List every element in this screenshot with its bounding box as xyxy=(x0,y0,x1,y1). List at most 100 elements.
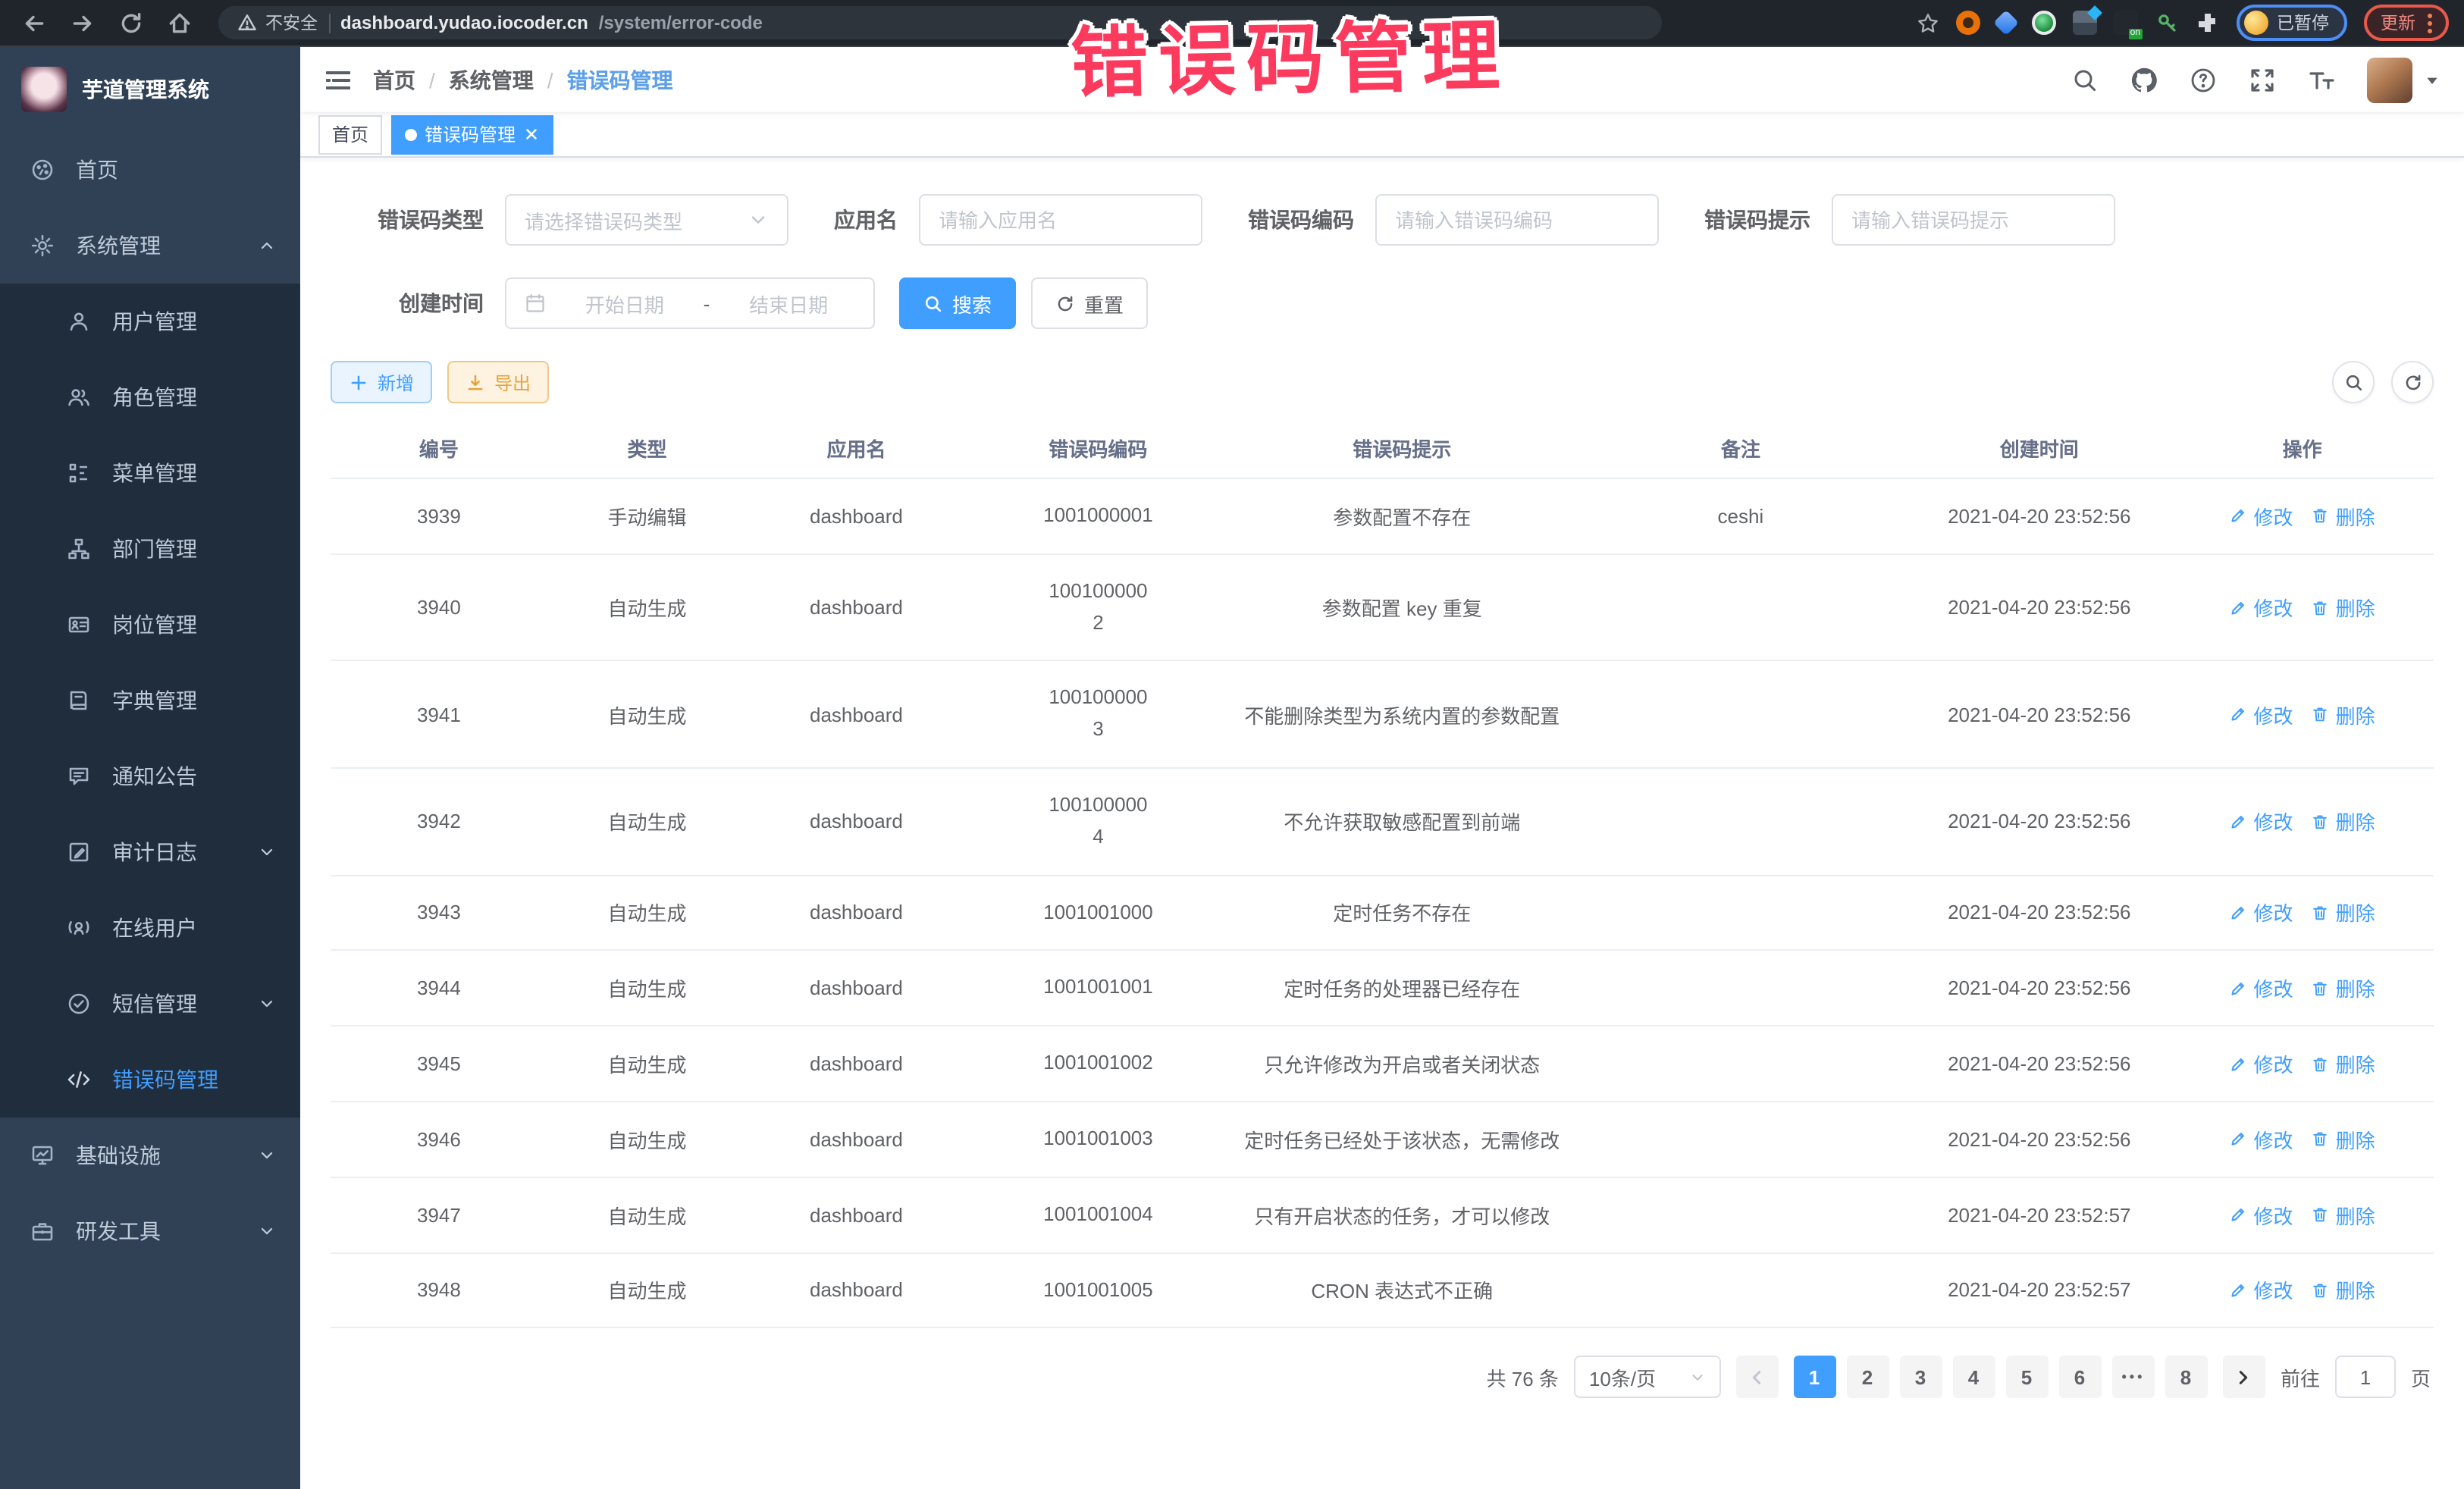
delete-link[interactable]: 删除 xyxy=(2312,807,2375,836)
browser-back-button[interactable] xyxy=(15,5,52,41)
sidebar-item-notices[interactable]: 通知公告 xyxy=(0,738,300,814)
error-code-input[interactable] xyxy=(1395,208,1639,231)
browser-profile-chip[interactable]: 已暂停 xyxy=(2236,5,2347,41)
extension-icon-green-circle[interactable] xyxy=(2031,11,2055,35)
error-type-select[interactable]: 请选择错误码类型 xyxy=(505,194,788,246)
browser-home-button[interactable] xyxy=(161,5,197,41)
sidebar-item-dicts[interactable]: 字典管理 xyxy=(0,663,300,738)
sidebar-item-infrastructure[interactable]: 基础设施 xyxy=(0,1118,300,1193)
user-menu[interactable] xyxy=(2367,57,2440,102)
breadcrumb-home[interactable]: 首页 xyxy=(373,64,415,95)
sidebar-item-posts[interactable]: 岗位管理 xyxy=(0,587,300,663)
edit-link[interactable]: 修改 xyxy=(2230,807,2293,836)
refresh-icon xyxy=(2403,372,2422,392)
delete-link[interactable]: 删除 xyxy=(2312,700,2375,729)
date-start-placeholder: 开始日期 xyxy=(558,289,691,318)
extension-icon-grid[interactable] xyxy=(2072,11,2096,35)
hamburger-icon[interactable] xyxy=(324,66,352,93)
error-msg-input[interactable] xyxy=(1851,208,2096,231)
edit-link[interactable]: 修改 xyxy=(2230,974,2293,1003)
edit-link[interactable]: 修改 xyxy=(2230,1200,2293,1229)
extension-icon-gem[interactable] xyxy=(1992,10,2018,36)
close-icon[interactable] xyxy=(523,126,540,143)
prev-page-button[interactable] xyxy=(1736,1356,1779,1399)
refresh-table-button[interactable] xyxy=(2391,361,2434,403)
table-header-row: 编号 类型 应用名 错误码编码 错误码提示 备注 创建时间 操作 xyxy=(331,418,2434,478)
table-row: 3946自动生成dashboard1001001003定时任务已经处于该状态，无… xyxy=(331,1102,2434,1177)
goto-page-input[interactable] xyxy=(2335,1356,2396,1399)
export-button-label: 导出 xyxy=(494,369,531,395)
bookmark-star-icon[interactable] xyxy=(1916,11,1939,34)
app-name-input[interactable] xyxy=(939,208,1183,231)
address-bar[interactable]: 不安全 dashboard.yudao.iocoder.cn/system/er… xyxy=(218,6,1662,39)
fullscreen-icon[interactable] xyxy=(2249,66,2276,93)
browser-forward-button[interactable] xyxy=(64,5,100,41)
sidebar-item-system[interactable]: 系统管理 xyxy=(0,208,300,284)
page-more[interactable]: ••• xyxy=(2112,1356,2155,1399)
delete-link[interactable]: 删除 xyxy=(2312,593,2375,622)
sidebar-item-error-codes[interactable]: 错误码管理 xyxy=(0,1042,300,1118)
export-button[interactable]: 导出 xyxy=(447,361,549,403)
edit-link[interactable]: 修改 xyxy=(2230,1125,2293,1154)
add-button[interactable]: 新增 xyxy=(331,361,432,403)
delete-link[interactable]: 删除 xyxy=(2312,1276,2375,1305)
sidebar-item-home[interactable]: 首页 xyxy=(0,132,300,208)
page-number[interactable]: 4 xyxy=(1953,1356,1995,1399)
search-icon[interactable] xyxy=(2071,66,2099,93)
sidebar-item-dev-tools[interactable]: 研发工具 xyxy=(0,1193,300,1269)
tab-error-code-active[interactable]: 错误码管理 xyxy=(391,114,553,154)
toggle-search-button[interactable] xyxy=(2332,361,2375,403)
sidebar-item-sms[interactable]: 短信管理 xyxy=(0,966,300,1042)
sidebar-item-users[interactable]: 用户管理 xyxy=(0,284,300,359)
browser-reload-button[interactable] xyxy=(112,5,149,41)
table-row: 3944自动生成dashboard1001001001定时任务的处理器已经存在2… xyxy=(331,951,2434,1027)
cell-memo xyxy=(1573,554,1908,661)
edit-link[interactable]: 修改 xyxy=(2230,1276,2293,1305)
page-size-select[interactable]: 10条/页 xyxy=(1574,1356,1721,1399)
extension-icon-dark-on[interactable]: on xyxy=(2113,11,2137,35)
sidebar-item-departments[interactable]: 部门管理 xyxy=(0,511,300,587)
sms-check-icon xyxy=(67,992,91,1016)
page-number[interactable]: 2 xyxy=(1847,1356,1889,1399)
date-range-picker[interactable]: 开始日期 - 结束日期 xyxy=(505,277,875,329)
reset-button[interactable]: 重置 xyxy=(1031,277,1148,329)
page-number[interactable]: 3 xyxy=(1900,1356,1942,1399)
sidebar-item-online-users[interactable]: 在线用户 xyxy=(0,890,300,966)
edit-link[interactable]: 修改 xyxy=(2230,1049,2293,1078)
breadcrumb-current[interactable]: 错误码管理 xyxy=(567,64,673,95)
cell-ops: 修改删除 xyxy=(2171,1102,2434,1177)
next-page-button[interactable] xyxy=(2223,1356,2265,1399)
tab-home[interactable]: 首页 xyxy=(318,114,382,154)
page-number[interactable]: 1 xyxy=(1794,1356,1836,1399)
edit-link[interactable]: 修改 xyxy=(2230,700,2293,729)
edit-link[interactable]: 修改 xyxy=(2230,593,2293,622)
extension-icon-key[interactable] xyxy=(2154,11,2178,35)
delete-link[interactable]: 删除 xyxy=(2312,898,2375,927)
delete-link[interactable]: 删除 xyxy=(2312,1049,2375,1078)
extension-icon-puzzle[interactable] xyxy=(2195,11,2219,35)
search-button[interactable]: 搜索 xyxy=(899,277,1016,329)
delete-link[interactable]: 删除 xyxy=(2312,1125,2375,1154)
page-number[interactable]: 8 xyxy=(2165,1356,2208,1399)
extension-icon-orange[interactable] xyxy=(1955,11,1980,35)
page-number[interactable]: 5 xyxy=(2006,1356,2049,1399)
browser-update-button[interactable]: 更新 xyxy=(2364,5,2449,41)
security-status[interactable]: 不安全 xyxy=(237,11,318,35)
font-size-icon[interactable] xyxy=(2308,66,2335,93)
filter-create-time: 创建时间 开始日期 - 结束日期 xyxy=(356,277,875,329)
github-icon[interactable] xyxy=(2130,66,2158,93)
edit-link[interactable]: 修改 xyxy=(2230,898,2293,927)
sidebar-item-menus[interactable]: 菜单管理 xyxy=(0,435,300,511)
help-icon[interactable] xyxy=(2190,66,2217,93)
delete-link[interactable]: 删除 xyxy=(2312,1200,2375,1229)
delete-link[interactable]: 删除 xyxy=(2312,974,2375,1003)
breadcrumb-system[interactable]: 系统管理 xyxy=(449,64,534,95)
sidebar-item-roles[interactable]: 角色管理 xyxy=(0,359,300,435)
delete-link[interactable]: 删除 xyxy=(2312,502,2375,531)
sidebar-item-audit-logs[interactable]: 审计日志 xyxy=(0,814,300,890)
reset-button-label: 重置 xyxy=(1084,289,1124,318)
edit-link[interactable]: 修改 xyxy=(2230,502,2293,531)
page-number[interactable]: 6 xyxy=(2059,1356,2102,1399)
sidebar-logo[interactable]: 芋道管理系统 xyxy=(0,47,300,132)
browser-menu-icon[interactable] xyxy=(2428,13,2432,33)
